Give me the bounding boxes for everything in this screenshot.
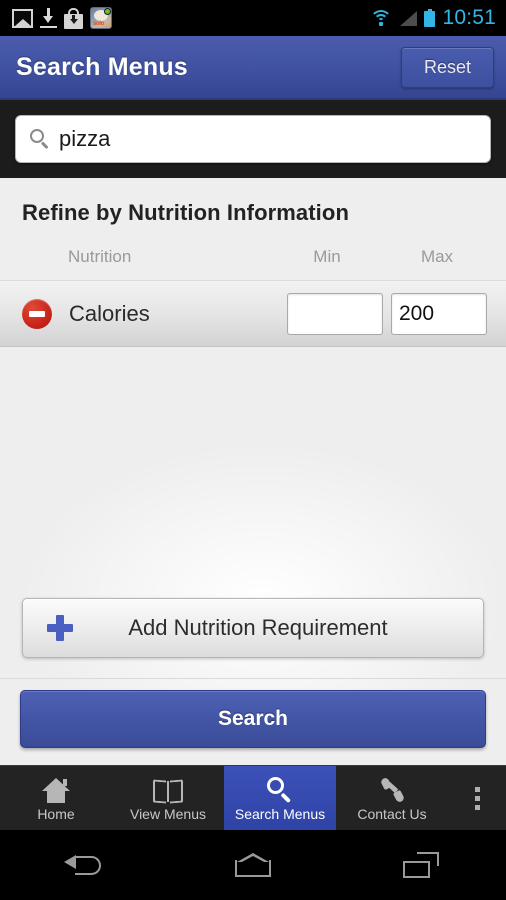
action-bar: Search Menus Reset xyxy=(0,36,506,100)
tab-contact-us-label: Contact Us xyxy=(357,806,427,822)
status-right-icons: 10:51 xyxy=(370,6,496,30)
android-nav-bar xyxy=(0,830,506,900)
tab-contact-us[interactable]: Contact Us xyxy=(336,766,448,831)
status-clock: 10:51 xyxy=(442,6,496,29)
tab-home-label: Home xyxy=(37,806,75,822)
home-icon xyxy=(234,853,271,877)
search-input[interactable] xyxy=(59,126,476,152)
tab-view-menus[interactable]: View Menus xyxy=(112,766,224,831)
add-nutrition-requirement-label: Add Nutrition Requirement xyxy=(128,615,388,640)
tab-search-menus-label: Search Menus xyxy=(234,806,326,822)
app-notification-icon: solo xyxy=(90,7,112,29)
min-field-wrapper[interactable] xyxy=(287,292,383,335)
tab-search-menus[interactable]: Search Menus xyxy=(224,766,336,831)
footer-divider xyxy=(0,678,506,679)
content-area: Refine by Nutrition Information Nutritio… xyxy=(0,178,506,765)
plus-icon xyxy=(47,615,73,641)
status-left-icons: solo xyxy=(0,7,112,29)
column-header-min: Min xyxy=(313,247,341,266)
overflow-menu-icon[interactable] xyxy=(448,766,506,830)
status-bar: solo 10:51 xyxy=(0,0,506,36)
search-icon xyxy=(30,129,50,149)
phone-screen: solo 10:51 Search Menus Reset Refine by … xyxy=(0,0,506,900)
download-icon xyxy=(40,8,57,28)
tab-home[interactable]: Home xyxy=(0,766,112,831)
min-input[interactable] xyxy=(288,293,382,334)
back-icon xyxy=(64,852,104,878)
column-headers: Nutrition Min Max xyxy=(0,234,506,280)
app-install-bag-icon xyxy=(64,7,83,29)
column-header-nutrition: Nutrition xyxy=(68,247,132,266)
page-title: Search Menus xyxy=(16,52,188,81)
cell-signal-icon xyxy=(399,10,418,26)
phone-icon xyxy=(379,775,406,804)
nav-back-button[interactable] xyxy=(0,852,169,878)
tab-view-menus-label: View Menus xyxy=(129,806,206,822)
section-title: Refine by Nutrition Information xyxy=(22,200,349,225)
battery-icon xyxy=(424,9,436,27)
table-row: Calories xyxy=(0,281,506,347)
max-field-wrapper[interactable] xyxy=(391,292,487,335)
nutrition-label: Calories xyxy=(69,300,150,326)
search-submit-button[interactable]: Search xyxy=(20,690,486,748)
remove-circle-icon[interactable] xyxy=(22,298,52,329)
search-icon xyxy=(267,775,293,803)
search-bar-container xyxy=(0,100,506,178)
home-icon xyxy=(42,775,70,803)
nav-recents-button[interactable] xyxy=(337,852,506,878)
nav-home-button[interactable] xyxy=(169,853,338,877)
book-icon xyxy=(153,775,183,804)
reset-button[interactable]: Reset xyxy=(400,46,494,88)
column-header-max: Max xyxy=(420,247,454,266)
search-box[interactable] xyxy=(15,115,491,163)
recents-icon xyxy=(403,852,440,878)
max-input[interactable] xyxy=(392,293,486,334)
bottom-tab-bar: Home View Menus Search Menus Contact Us xyxy=(0,765,506,831)
image-icon xyxy=(12,8,33,28)
add-nutrition-requirement-button[interactable]: Add Nutrition Requirement xyxy=(22,598,484,658)
wifi-icon xyxy=(370,10,393,26)
